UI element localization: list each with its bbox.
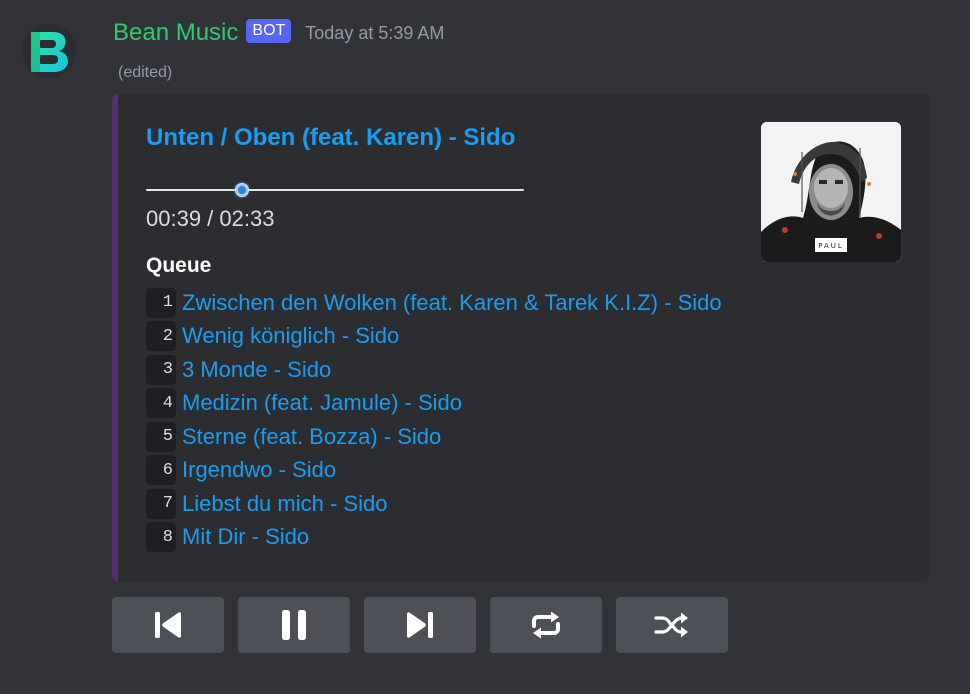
queue-track-link[interactable]: Wenig königlich - Sido: [182, 323, 399, 349]
queue-number: 4: [146, 388, 176, 419]
queue-number: 3: [146, 354, 176, 385]
queue-item: 6 Irgendwo - Sido: [146, 454, 722, 488]
bot-avatar[interactable]: [22, 24, 76, 78]
queue-number: 1: [146, 287, 176, 318]
skip-next-icon: [407, 612, 433, 638]
queue-track-link[interactable]: Zwischen den Wolken (feat. Karen & Tarek…: [182, 290, 722, 316]
queue-item: 5 Sterne (feat. Bozza) - Sido: [146, 420, 722, 454]
shuffle-button[interactable]: [616, 597, 728, 653]
progress-track: [146, 189, 524, 191]
queue-track-link[interactable]: Liebst du mich - Sido: [182, 491, 387, 517]
now-playing-embed: Unten / Oben (feat. Karen) - Sido 00:39 …: [112, 94, 929, 581]
author-name[interactable]: Bean Music: [113, 19, 238, 47]
queue-item: 7 Liebst du mich - Sido: [146, 487, 722, 521]
next-button[interactable]: [364, 597, 476, 653]
message-timestamp: Today at 5:39 AM: [305, 22, 445, 43]
queue-track-link[interactable]: Medizin (feat. Jamule) - Sido: [182, 390, 462, 416]
queue-item: 3 3 Monde - Sido: [146, 353, 722, 387]
shuffle-icon: [654, 612, 688, 638]
track-title[interactable]: Unten / Oben (feat. Karen) - Sido: [146, 124, 515, 152]
queue-track-link[interactable]: Mit Dir - Sido: [182, 524, 309, 550]
queue-track-link[interactable]: Irgendwo - Sido: [182, 457, 336, 483]
album-art-text: PAUL: [818, 242, 844, 250]
edited-label: (edited): [118, 64, 173, 81]
previous-button[interactable]: [112, 597, 224, 653]
queue-item: 1 Zwischen den Wolken (feat. Karen & Tar…: [146, 286, 722, 320]
progress-knob[interactable]: [235, 183, 250, 197]
loop-button[interactable]: [490, 597, 602, 653]
queue-item: 2 Wenig königlich - Sido: [146, 320, 722, 354]
album-cover: PAUL: [761, 122, 901, 262]
queue-number: 8: [146, 522, 176, 553]
queue-heading: Queue: [146, 254, 212, 277]
chat-message: Bean Music BOT Today at 5:39 AM (edited)…: [0, 0, 970, 694]
album-art-image: PAUL: [761, 122, 901, 262]
bot-badge: BOT: [246, 19, 292, 43]
queue-item: 4 Medizin (feat. Jamule) - Sido: [146, 387, 722, 421]
queue-track-link[interactable]: Sterne (feat. Bozza) - Sido: [182, 424, 441, 450]
queue-track-link[interactable]: 3 Monde - Sido: [182, 357, 331, 383]
pause-icon: [282, 610, 306, 640]
repeat-icon: [532, 611, 560, 639]
queue-number: 6: [146, 455, 176, 486]
message-header: Bean Music BOT Today at 5:39 AM: [113, 16, 444, 50]
progress-bar[interactable]: [146, 180, 524, 200]
queue-number: 2: [146, 321, 176, 352]
queue-number: 5: [146, 421, 176, 452]
queue-item: 8 Mit Dir - Sido: [146, 521, 722, 555]
skip-previous-icon: [155, 612, 181, 638]
bean-logo-icon: [31, 32, 68, 72]
player-controls: [112, 597, 728, 653]
track-time: 00:39 / 02:33: [146, 206, 275, 231]
pause-button[interactable]: [238, 597, 350, 653]
queue-number: 7: [146, 488, 176, 519]
queue-list: 1 Zwischen den Wolken (feat. Karen & Tar…: [146, 286, 722, 554]
